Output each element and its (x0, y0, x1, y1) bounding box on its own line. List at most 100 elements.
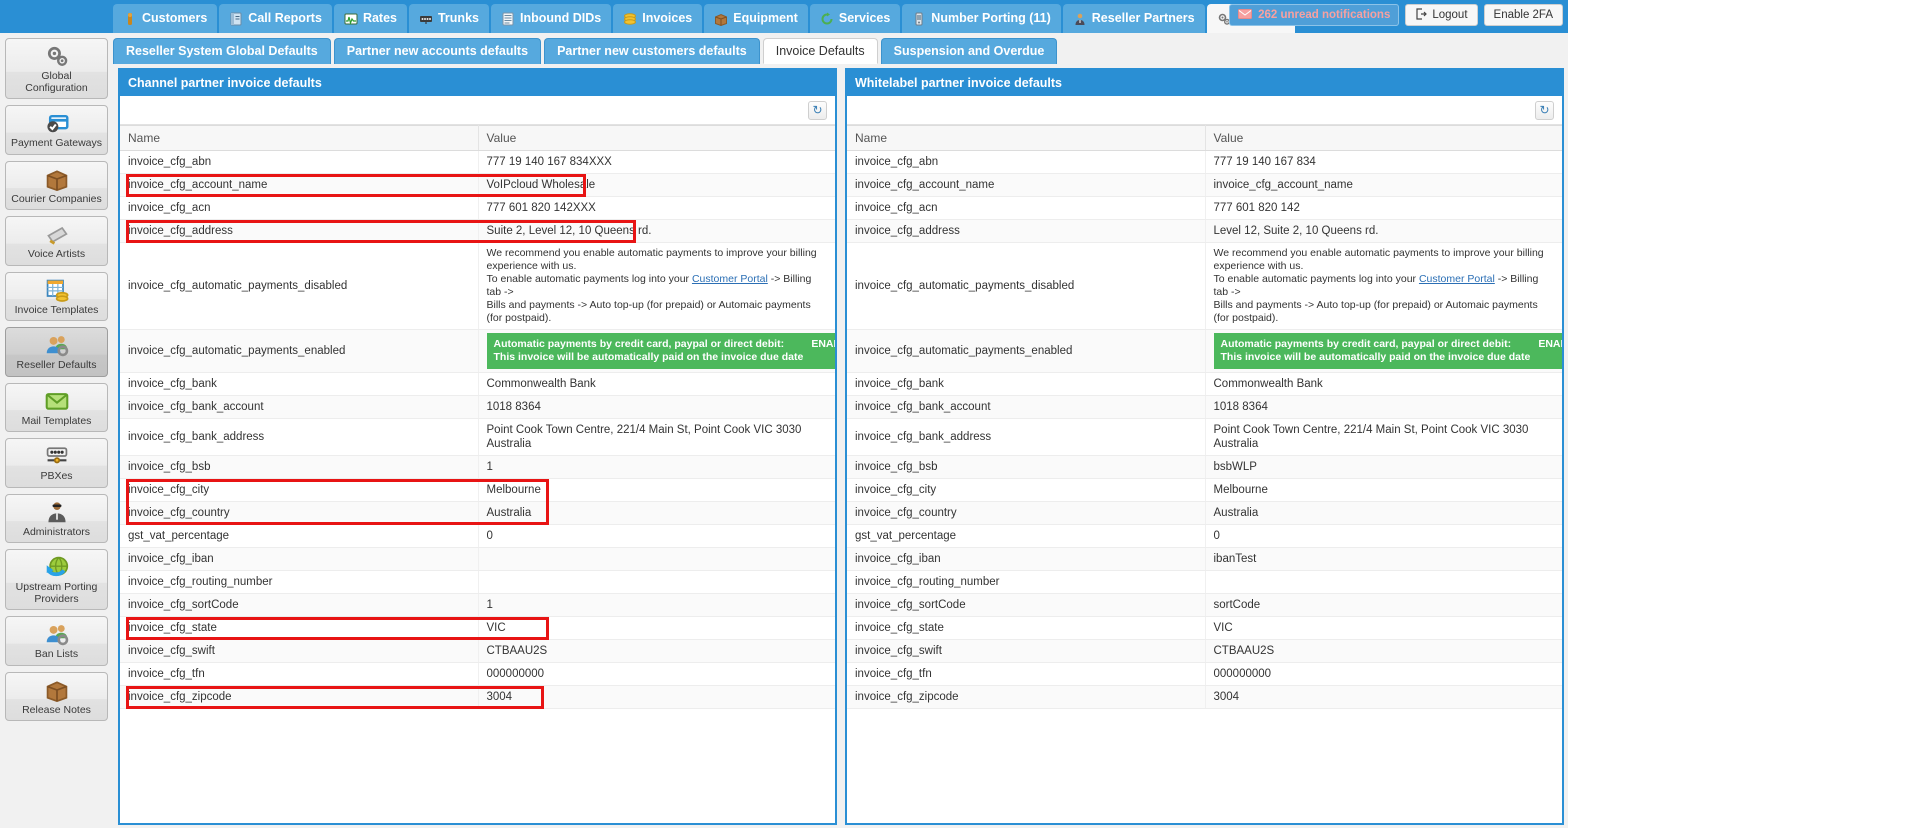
table-row[interactable]: invoice_cfg_zipcode 3004 (847, 685, 1562, 709)
table-row[interactable]: invoice_cfg_state VIC (847, 616, 1562, 640)
table-row[interactable]: invoice_cfg_acn 777 601 820 142 (847, 196, 1562, 220)
setting-value-cell[interactable]: 0 (478, 524, 835, 548)
table-row[interactable]: invoice_cfg_state VIC (120, 616, 835, 640)
subtab-partner-new-accounts-defaults[interactable]: Partner new accounts defaults (333, 38, 542, 64)
table-row[interactable]: invoice_cfg_sortCode 1 (120, 593, 835, 617)
setting-value-cell[interactable]: Point Cook Town Centre, 221/4 Main St, P… (478, 418, 835, 456)
setting-value-cell[interactable]: Level 12, Suite 2, 10 Queens rd. (1205, 219, 1562, 243)
table-row[interactable]: invoice_cfg_city Melbourne (847, 478, 1562, 502)
nav-tab-inbound-dids[interactable]: Inbound DIDs (490, 4, 612, 33)
nav-tab-services[interactable]: Services (809, 4, 901, 33)
setting-value-cell[interactable]: Suite 2, Level 12, 10 Queens rd. (478, 219, 835, 243)
sidebar-item-release-notes[interactable]: Release Notes (5, 671, 108, 721)
customer-portal-link[interactable]: Customer Portal (1419, 273, 1495, 285)
table-row[interactable]: invoice_cfg_automatic_payments_enabled Au… (120, 329, 835, 373)
table-row[interactable]: invoice_cfg_iban (120, 547, 835, 571)
table-row[interactable]: invoice_cfg_address Suite 2, Level 12, 10… (120, 219, 835, 243)
sidebar-item-mail-templates[interactable]: Mail Templates (5, 382, 108, 432)
table-row[interactable]: invoice_cfg_country Australia (120, 501, 835, 525)
unread-notifications-button[interactable]: 262 unread notifications (1229, 4, 1400, 26)
nav-tab-reseller-partners[interactable]: Reseller Partners (1062, 4, 1205, 33)
table-row[interactable]: gst_vat_percentage 0 (120, 524, 835, 548)
setting-value-cell[interactable]: CTBAAU2S (478, 639, 835, 663)
setting-value-cell[interactable]: Australia (478, 501, 835, 525)
nav-tab-equipment[interactable]: Equipment (704, 4, 808, 33)
table-row[interactable]: invoice_cfg_country Australia (847, 501, 1562, 525)
setting-value-cell[interactable]: Commonwealth Bank (478, 372, 835, 396)
sidebar-item-voice-artists[interactable]: Voice Artists (5, 216, 108, 266)
table-row[interactable]: invoice_cfg_bank_account 1018 8364 (847, 395, 1562, 419)
setting-value-cell[interactable]: 3004 (1205, 685, 1562, 709)
setting-value-cell[interactable]: VIC (478, 616, 835, 640)
table-row[interactable]: invoice_cfg_city Melbourne (120, 478, 835, 502)
table-row[interactable]: invoice_cfg_tfn 000000000 (847, 662, 1562, 686)
nav-tab-invoices[interactable]: Invoices (613, 4, 703, 33)
table-row[interactable]: invoice_cfg_bank Commonwealth Bank (120, 372, 835, 396)
table-row[interactable]: invoice_cfg_automatic_payments_disabled W… (847, 242, 1562, 330)
subtab-reseller-system-global-defaults[interactable]: Reseller System Global Defaults (113, 38, 331, 64)
setting-value-cell[interactable] (1205, 570, 1562, 594)
setting-value-cell[interactable]: 000000000 (478, 662, 835, 686)
setting-value-cell[interactable]: 1 (478, 455, 835, 479)
enable-2fa-button[interactable]: Enable 2FA (1483, 4, 1563, 26)
setting-value-cell[interactable]: 1 (478, 593, 835, 617)
table-row[interactable]: invoice_cfg_account_name VoIPcloud Wholes… (120, 173, 835, 197)
setting-value-cell[interactable]: We recommend you enable automatic paymen… (478, 242, 835, 330)
table-row[interactable]: invoice_cfg_bank Commonwealth Bank (847, 372, 1562, 396)
column-header-name[interactable]: Name (847, 125, 1206, 151)
sidebar-item-reseller-defaults[interactable]: Reseller Defaults (5, 327, 108, 377)
table-row[interactable]: invoice_cfg_iban ibanTest (847, 547, 1562, 571)
sidebar-item-global-configuration[interactable]: Global Configuration (5, 38, 108, 99)
setting-value-cell[interactable]: 777 601 820 142 (1205, 196, 1562, 220)
setting-value-cell[interactable]: VIC (1205, 616, 1562, 640)
table-row[interactable]: invoice_cfg_swift CTBAAU2S (120, 639, 835, 663)
table-row[interactable]: invoice_cfg_bank_account 1018 8364 (120, 395, 835, 419)
setting-value-cell[interactable]: Automatic payments by credit card, paypa… (478, 329, 835, 373)
table-row[interactable]: invoice_cfg_sortCode sortCode (847, 593, 1562, 617)
setting-value-cell[interactable]: Commonwealth Bank (1205, 372, 1562, 396)
setting-value-cell[interactable]: 777 19 140 167 834XXX (478, 150, 835, 174)
setting-value-cell[interactable]: 1018 8364 (478, 395, 835, 419)
setting-value-cell[interactable]: sortCode (1205, 593, 1562, 617)
setting-value-cell[interactable]: Australia (1205, 501, 1562, 525)
setting-value-cell[interactable] (478, 570, 835, 594)
sidebar-item-upstream-porting-providers[interactable]: Upstream Porting Providers (5, 549, 108, 610)
setting-value-cell[interactable]: 000000000 (1205, 662, 1562, 686)
table-row[interactable]: invoice_cfg_abn 777 19 140 167 834 (847, 150, 1562, 174)
table-row[interactable]: invoice_cfg_automatic_payments_enabled Au… (847, 329, 1562, 373)
refresh-icon[interactable]: ↻ (1535, 100, 1554, 120)
table-row[interactable]: invoice_cfg_bsb 1 (120, 455, 835, 479)
customer-portal-link[interactable]: Customer Portal (692, 273, 768, 285)
setting-value-cell[interactable]: Melbourne (478, 478, 835, 502)
sidebar-item-courier-companies[interactable]: Courier Companies (5, 160, 108, 210)
sidebar-item-payment-gateways[interactable]: Payment Gateways (5, 105, 108, 155)
table-row[interactable]: invoice_cfg_address Level 12, Suite 2, 10… (847, 219, 1562, 243)
setting-value-cell[interactable]: We recommend you enable automatic paymen… (1205, 242, 1562, 330)
setting-value-cell[interactable]: VoIPcloud Wholesale (478, 173, 835, 197)
table-row[interactable]: invoice_cfg_account_name invoice_cfg_acco… (847, 173, 1562, 197)
sidebar-item-ban-lists[interactable]: Ban Lists (5, 616, 108, 666)
table-row[interactable]: invoice_cfg_bsb bsbWLP (847, 455, 1562, 479)
setting-value-cell[interactable]: bsbWLP (1205, 455, 1562, 479)
sidebar-item-administrators[interactable]: Administrators (5, 493, 108, 543)
setting-value-cell[interactable]: ibanTest (1205, 547, 1562, 571)
nav-tab-call-reports[interactable]: Call Reports (219, 4, 332, 33)
table-row[interactable]: invoice_cfg_bank_address Point Cook Town … (847, 418, 1562, 456)
setting-value-cell[interactable]: 0 (1205, 524, 1562, 548)
column-header-value[interactable]: Value (1205, 125, 1562, 151)
refresh-icon[interactable]: ↻ (808, 100, 827, 120)
column-header-value[interactable]: Value (478, 125, 835, 151)
table-row[interactable]: invoice_cfg_routing_number (120, 570, 835, 594)
table-row[interactable]: invoice_cfg_abn 777 19 140 167 834XXX (120, 150, 835, 174)
setting-value-cell[interactable]: Automatic payments by credit card, paypa… (1205, 329, 1562, 373)
table-row[interactable]: invoice_cfg_routing_number (847, 570, 1562, 594)
column-header-name[interactable]: Name (120, 125, 479, 151)
nav-tab-trunks[interactable]: Trunks (408, 4, 489, 33)
table-row[interactable]: invoice_cfg_bank_address Point Cook Town … (120, 418, 835, 456)
setting-value-cell[interactable]: Point Cook Town Centre, 221/4 Main St, P… (1205, 418, 1562, 456)
table-row[interactable]: invoice_cfg_swift CTBAAU2S (847, 639, 1562, 663)
setting-value-cell[interactable]: CTBAAU2S (1205, 639, 1562, 663)
table-row[interactable]: invoice_cfg_automatic_payments_disabled W… (120, 242, 835, 330)
table-row[interactable]: invoice_cfg_tfn 000000000 (120, 662, 835, 686)
subtab-invoice-defaults[interactable]: Invoice Defaults (762, 38, 878, 64)
